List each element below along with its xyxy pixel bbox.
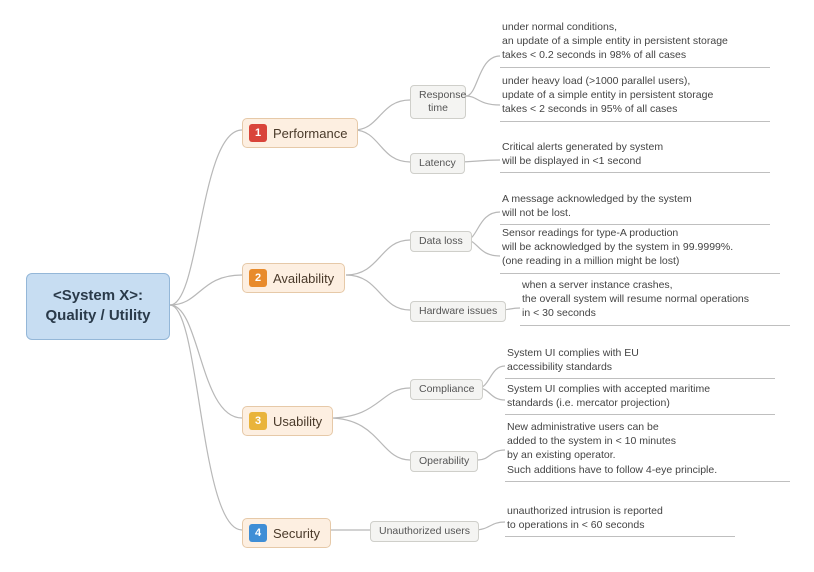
category-label: Availability: [273, 271, 334, 286]
sub-hardware-issues[interactable]: Hardware issues: [410, 301, 506, 322]
sub-latency[interactable]: Latency: [410, 153, 465, 174]
leaf-response-normal: under normal conditions,an update of a s…: [500, 20, 770, 68]
root-node[interactable]: <System X>:Quality / Utility: [26, 273, 170, 340]
sub-label: Compliance: [419, 383, 474, 395]
category-performance[interactable]: 1 Performance: [242, 118, 358, 148]
leaf-compliance-eu: System UI complies with EUaccessibility …: [505, 346, 775, 379]
category-label: Performance: [273, 126, 347, 141]
leaf-latency: Critical alerts generated by systemwill …: [500, 140, 770, 173]
sub-response-time[interactable]: Responsetime: [410, 85, 466, 119]
category-label: Usability: [273, 414, 322, 429]
sub-label: Responsetime: [419, 89, 466, 114]
badge-icon: 1: [249, 124, 267, 142]
leaf-compliance-maritime: System UI complies with accepted maritim…: [505, 382, 775, 415]
leaf-unauthorized: unauthorized intrusion is reportedto ope…: [505, 504, 735, 537]
badge-icon: 4: [249, 524, 267, 542]
sub-operability[interactable]: Operability: [410, 451, 478, 472]
sub-label: Hardware issues: [419, 305, 497, 317]
badge-icon: 3: [249, 412, 267, 430]
sub-compliance[interactable]: Compliance: [410, 379, 483, 400]
sub-data-loss[interactable]: Data loss: [410, 231, 472, 252]
leaf-hardware: when a server instance crashes,the overa…: [520, 278, 790, 326]
sub-unauthorized-users[interactable]: Unauthorized users: [370, 521, 479, 542]
sub-label: Data loss: [419, 235, 463, 247]
sub-label: Operability: [419, 455, 469, 467]
category-label: Security: [273, 526, 320, 541]
badge-icon: 2: [249, 269, 267, 287]
sub-label: Latency: [419, 157, 456, 169]
category-usability[interactable]: 3 Usability: [242, 406, 333, 436]
category-availability[interactable]: 2 Availability: [242, 263, 345, 293]
leaf-operability: New administrative users can beadded to …: [505, 420, 790, 482]
leaf-msg-ack: A message acknowledged by the systemwill…: [500, 192, 770, 225]
leaf-response-heavy: under heavy load (>1000 parallel users),…: [500, 74, 770, 122]
category-security[interactable]: 4 Security: [242, 518, 331, 548]
root-label: <System X>:Quality / Utility: [45, 287, 150, 324]
leaf-sensor: Sensor readings for type-A productionwil…: [500, 226, 780, 274]
sub-label: Unauthorized users: [379, 525, 470, 537]
